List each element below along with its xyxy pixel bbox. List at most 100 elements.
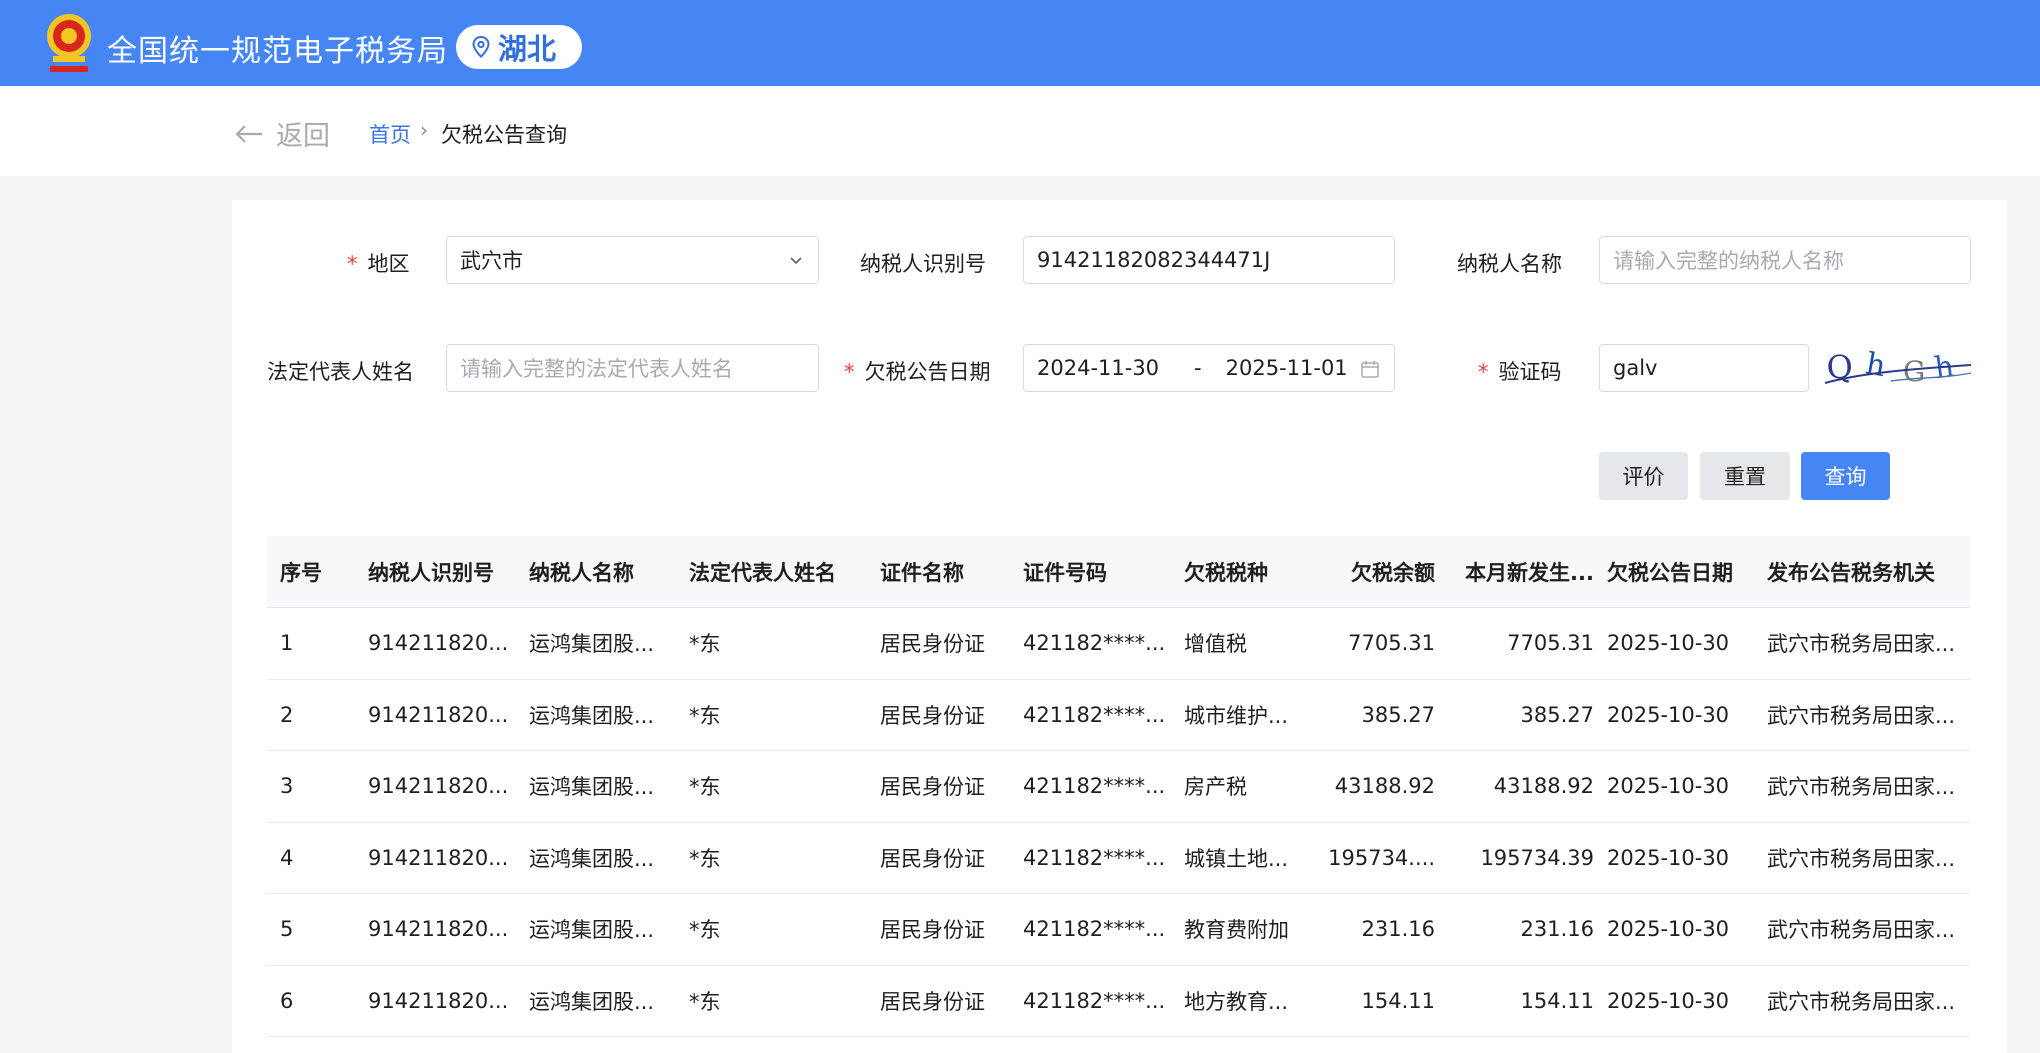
column-header-notice-date: 欠税公告日期 (1607, 560, 1733, 585)
back-button[interactable]: 返回 (234, 114, 330, 153)
date-start: 2024-11-30 (1037, 356, 1160, 380)
table-row[interactable]: 3 914211820... 运鸿集团股... *东 居民身份证 421182****..… (267, 751, 1970, 823)
cell-notice-date: 2025-10-30 (1607, 917, 1730, 942)
cell-id-type: 居民身份证 (880, 918, 985, 943)
cell-legal-rep: *东 (689, 703, 721, 728)
cell-issuing-authority: 武穴市税务局田家... (1767, 775, 1956, 800)
evaluate-button[interactable]: 评价 (1599, 452, 1688, 500)
column-header-new-this-month: 本月新发生... (1465, 560, 1594, 585)
taxpayer-id-input[interactable]: 91421182082344471J (1023, 236, 1395, 284)
cell-new-this-month: 195734.39 (1480, 845, 1594, 870)
taxpayer-name-placeholder: 请输入完整的纳税人名称 (1613, 249, 1844, 273)
table-row[interactable]: 2 914211820... 运鸿集团股... *东 居民身份证 421182****..… (267, 679, 1970, 751)
calendar-icon (1361, 361, 1379, 378)
cell-taxpayer-name: 运鸿集团股... (529, 703, 655, 728)
column-header-taxpayer-id: 纳税人识别号 (368, 560, 494, 585)
taxpayer-id-value: 91421182082344471J (1037, 248, 1271, 272)
table-row[interactable]: 4 914211820... 运鸿集团股... *东 居民身份证 421182****..… (267, 822, 1970, 894)
table-header: 序号 纳税人识别号 纳税人名称 法定代表人姓名 证件名称 证件号码 欠税税种 欠税余额 本月新发… (267, 536, 1970, 608)
legal-rep-input[interactable]: 请输入完整的法定代表人姓名 (446, 344, 819, 392)
column-header-id-number: 证件号码 (1023, 560, 1107, 585)
column-header-issuing-authority: 发布公告税务机关 (1767, 560, 1935, 585)
column-header-taxpayer-name: 纳税人名称 (529, 560, 634, 585)
region-select[interactable]: 武穴市 (446, 236, 819, 284)
cell-issuing-authority: 武穴市税务局田家... (1767, 703, 1956, 728)
captcha-image[interactable]: Q h G h (1821, 343, 1973, 391)
cell-id-type: 居民身份证 (880, 775, 985, 800)
location-pin-icon (472, 36, 490, 58)
cell-issuing-authority: 武穴市税务局田家... (1767, 846, 1956, 871)
cell-id-number: 421182****... (1023, 845, 1166, 870)
table-row[interactable]: 5 914211820... 运鸿集团股... *东 居民身份证 421182****..… (267, 894, 1970, 966)
results-table: 序号 纳税人识别号 纳税人名称 法定代表人姓名 证件名称 证件号码 欠税税种 欠税余额 本月新发… (267, 536, 1970, 1037)
cell-id-number: 421182****... (1023, 774, 1166, 799)
cell-issuing-authority: 武穴市税务局田家... (1767, 918, 1956, 943)
column-header-tax-type: 欠税税种 (1184, 560, 1268, 585)
cell-id-number: 421182****... (1023, 631, 1166, 656)
cell-taxpayer-id: 914211820... (368, 631, 509, 656)
cell-notice-date: 2025-10-30 (1607, 774, 1730, 799)
cell-new-this-month: 231.16 (1520, 917, 1594, 942)
query-button[interactable]: 查询 (1801, 452, 1890, 500)
cell-tax-type: 教育费附加 (1184, 918, 1289, 943)
cell-id-number: 421182****... (1023, 988, 1166, 1013)
cell-notice-date: 2025-10-30 (1607, 631, 1730, 656)
arrow-left-icon (235, 124, 262, 143)
required-mark: * (347, 252, 358, 276)
date-range-picker[interactable]: 2024-11-30 - 2025-11-01 (1023, 344, 1395, 392)
table-row[interactable]: 1 914211820... 运鸿集团股... *东 居民身份证 421182****..… (267, 608, 1970, 680)
captcha-label: * 验证码 (1478, 360, 1562, 384)
chevron-down-icon (790, 257, 802, 265)
column-header-arrears-balance: 欠税余额 (1351, 560, 1435, 585)
cell-taxpayer-id: 914211820... (368, 917, 509, 942)
back-label: 返回 (276, 121, 330, 152)
required-mark: * (844, 360, 855, 384)
cell-notice-date: 2025-10-30 (1607, 988, 1730, 1013)
cell-taxpayer-name: 运鸿集团股... (529, 775, 655, 800)
cell-new-this-month: 385.27 (1520, 702, 1594, 727)
top-header: 全国统一规范电子税务局 湖北 (0, 0, 2040, 86)
region-switcher[interactable]: 湖北 (456, 25, 582, 69)
site-title: 全国统一规范电子税务局 (107, 34, 448, 69)
cell-legal-rep: *东 (689, 632, 721, 657)
reset-button[interactable]: 重置 (1700, 452, 1790, 500)
cell-taxpayer-id: 914211820... (368, 845, 509, 870)
legal-rep-placeholder: 请输入完整的法定代表人姓名 (460, 357, 733, 381)
cell-tax-type: 城镇土地... (1184, 846, 1289, 871)
cell-seq: 5 (280, 917, 294, 942)
column-header-seq: 序号 (280, 560, 322, 585)
cell-legal-rep: *东 (689, 989, 721, 1014)
legal-rep-label: 法定代表人姓名 (267, 360, 414, 384)
column-header-legal-rep: 法定代表人姓名 (689, 560, 836, 585)
breadcrumb-separator: › (420, 118, 428, 142)
cell-new-this-month: 43188.92 (1493, 774, 1594, 799)
date-separator: - (1194, 356, 1202, 380)
cell-id-number: 421182****... (1023, 702, 1166, 727)
cell-seq: 2 (280, 702, 294, 727)
cell-id-type: 居民身份证 (880, 703, 985, 728)
table-body: 1 914211820... 运鸿集团股... *东 居民身份证 421182****..… (267, 608, 1970, 1037)
cell-id-type: 居民身份证 (880, 989, 985, 1014)
cell-tax-type: 城市维护... (1184, 703, 1289, 728)
cell-arrears-balance: 43188.92 (1334, 774, 1435, 799)
cell-taxpayer-id: 914211820... (368, 988, 509, 1013)
notice-date-label: * 欠税公告日期 (844, 360, 991, 384)
cell-tax-type: 地方教育... (1184, 989, 1289, 1014)
cell-tax-type: 房产税 (1184, 775, 1247, 800)
table-row[interactable]: 6 914211820... 运鸿集团股... *东 居民身份证 421182****..… (267, 965, 1970, 1037)
cell-legal-rep: *东 (689, 846, 721, 871)
region-label: * 地区 (347, 252, 410, 276)
taxpayer-name-label: 纳税人名称 (1457, 252, 1562, 276)
cell-arrears-balance: 231.16 (1361, 917, 1435, 942)
cell-seq: 3 (280, 774, 294, 799)
cell-arrears-balance: 154.11 (1361, 988, 1435, 1013)
cell-issuing-authority: 武穴市税务局田家... (1767, 989, 1956, 1014)
taxpayer-name-input[interactable]: 请输入完整的纳税人名称 (1599, 236, 1971, 284)
cell-seq: 6 (280, 988, 294, 1013)
cell-notice-date: 2025-10-30 (1607, 702, 1730, 727)
cell-id-number: 421182****... (1023, 917, 1166, 942)
captcha-input[interactable]: galv (1599, 344, 1809, 392)
breadcrumb-home-link[interactable]: 首页 (369, 119, 411, 149)
region-select-value: 武穴市 (460, 249, 523, 273)
cell-arrears-balance: 7705.31 (1348, 631, 1435, 656)
